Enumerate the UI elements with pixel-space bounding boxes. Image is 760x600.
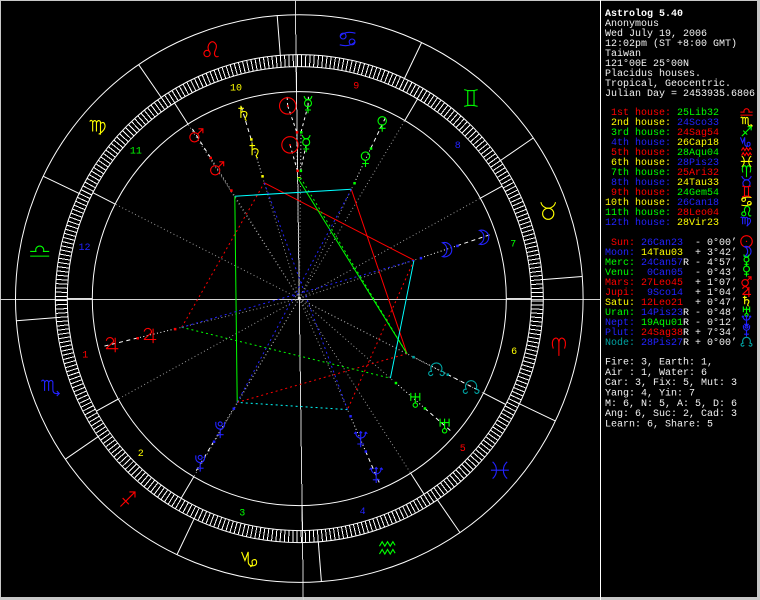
svg-text:Julian Day = 2453935.6806: Julian Day = 2453935.6806 [605, 88, 755, 100]
svg-text:Car: 3, Fix: 5, Mut: 3: Car: 3, Fix: 5, Mut: 3 [605, 377, 737, 389]
svg-text:5: 5 [460, 444, 466, 455]
svg-text:28Vir23: 28Vir23 [677, 217, 719, 229]
svg-text:3: 3 [239, 509, 245, 520]
svg-text:8: 8 [455, 141, 461, 152]
svg-text:12: 12 [78, 243, 90, 254]
svg-text:+ 0°00’: + 0°00’ [695, 337, 737, 349]
svg-text:7: 7 [510, 240, 516, 251]
svg-text:9: 9 [353, 82, 359, 93]
svg-text:11: 11 [130, 146, 142, 157]
svg-text:Learn: 6, Share: 5: Learn: 6, Share: 5 [605, 419, 713, 431]
svg-text:10: 10 [230, 83, 242, 94]
svg-text:1: 1 [82, 351, 88, 362]
svg-text:4: 4 [360, 507, 366, 518]
svg-text:R: R [683, 338, 689, 349]
svg-text:12th house:: 12th house: [605, 217, 671, 229]
svg-text:6: 6 [511, 347, 517, 358]
svg-text:28Pis27: 28Pis27 [641, 337, 683, 349]
svg-text:Ang: 6, Suc: 2, Cad: 3: Ang: 6, Suc: 2, Cad: 3 [605, 408, 737, 420]
svg-text:2: 2 [138, 449, 144, 460]
svg-text:Yang: 4, Yin: 7: Yang: 4, Yin: 7 [605, 388, 695, 400]
svg-text:Fire: 3, Earth: 1,: Fire: 3, Earth: 1, [605, 357, 713, 369]
svg-text:Node:: Node: [605, 337, 635, 349]
svg-text:R: R [683, 258, 689, 269]
svg-text:Air : 1, Water: 6: Air : 1, Water: 6 [605, 367, 707, 379]
